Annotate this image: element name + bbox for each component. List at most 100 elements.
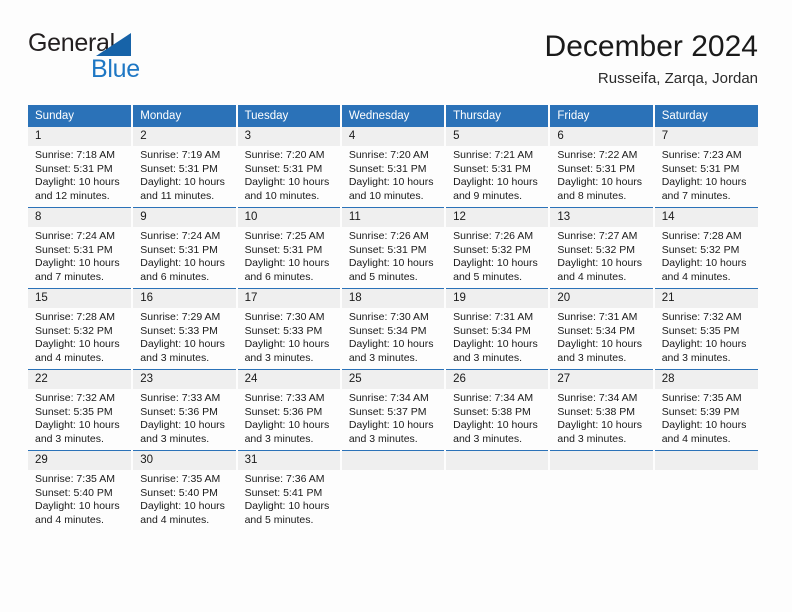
- calendar-day-cell[interactable]: 8 Sunrise: 7:24 AM Sunset: 5:31 PM Dayli…: [28, 207, 134, 289]
- day-number: 3: [237, 127, 340, 146]
- calendar-day-cell[interactable]: 22 Sunrise: 7:32 AM Sunset: 5:35 PM Dayl…: [28, 369, 134, 451]
- daylight-text: Daylight: 10 hours and 4 minutes.: [661, 257, 747, 283]
- weekday-header-sunday: Sunday: [28, 105, 134, 127]
- day-details: Sunrise: 7:31 AM Sunset: 5:34 PM Dayligh…: [550, 308, 652, 365]
- sunset-text: Sunset: 5:32 PM: [557, 243, 636, 256]
- daylight-text: Daylight: 10 hours and 9 minutes.: [453, 176, 538, 202]
- calendar-day-cell[interactable]: 6 Sunrise: 7:22 AM Sunset: 5:31 PM Dayli…: [549, 126, 655, 208]
- sunrise-text: Sunrise: 7:34 AM: [453, 392, 534, 404]
- daylight-text: Daylight: 10 hours and 6 minutes.: [244, 257, 330, 283]
- calendar-day-cell[interactable]: 26 Sunrise: 7:34 AM Sunset: 5:38 PM Dayl…: [445, 369, 551, 451]
- day-number: 31: [237, 451, 340, 470]
- calendar-day-cell[interactable]: 4 Sunrise: 7:20 AM Sunset: 5:31 PM Dayli…: [340, 126, 447, 208]
- calendar-day-cell[interactable]: 17 Sunrise: 7:30 AM Sunset: 5:33 PM Dayl…: [236, 288, 342, 370]
- calendar-day-cell[interactable]: 30 Sunrise: 7:35 AM Sunset: 5:40 PM Dayl…: [132, 450, 238, 531]
- calendar-day-cell[interactable]: 21 Sunrise: 7:32 AM Sunset: 5:35 PM Dayl…: [653, 288, 758, 370]
- day-number: 16: [133, 289, 236, 308]
- sunrise-text: Sunrise: 7:22 AM: [557, 149, 638, 161]
- day-details: Sunrise: 7:29 AM Sunset: 5:33 PM Dayligh…: [133, 308, 235, 365]
- calendar-day-cell[interactable]: 7 Sunrise: 7:23 AM Sunset: 5:31 PM Dayli…: [653, 126, 758, 208]
- sunset-text: Sunset: 5:31 PM: [140, 243, 218, 256]
- daylight-text: Daylight: 10 hours and 3 minutes.: [453, 338, 538, 364]
- daylight-text: Daylight: 10 hours and 5 minutes.: [244, 500, 330, 526]
- sunrise-text: Sunrise: 7:31 AM: [557, 311, 638, 323]
- daylight-text: Daylight: 10 hours and 3 minutes.: [453, 419, 538, 445]
- calendar-day-cell[interactable]: 9 Sunrise: 7:24 AM Sunset: 5:31 PM Dayli…: [132, 207, 238, 289]
- sunrise-text: Sunrise: 7:25 AM: [244, 230, 325, 242]
- sunrise-text: Sunrise: 7:24 AM: [140, 230, 221, 242]
- day-details: Sunrise: 7:23 AM Sunset: 5:31 PM Dayligh…: [655, 146, 758, 203]
- weekday-header-friday: Friday: [549, 105, 655, 127]
- calendar-day-cell[interactable]: 20 Sunrise: 7:31 AM Sunset: 5:34 PM Dayl…: [549, 288, 655, 370]
- day-details: Sunrise: 7:22 AM Sunset: 5:31 PM Dayligh…: [550, 146, 652, 203]
- sunrise-text: Sunrise: 7:27 AM: [557, 230, 638, 242]
- daylight-text: Daylight: 10 hours and 8 minutes.: [557, 176, 643, 202]
- sunset-text: Sunset: 5:31 PM: [244, 243, 323, 256]
- day-number: [654, 451, 758, 470]
- calendar-day-cell[interactable]: 15 Sunrise: 7:28 AM Sunset: 5:32 PM Dayl…: [28, 288, 134, 370]
- day-details: Sunrise: 7:33 AM Sunset: 5:36 PM Dayligh…: [133, 389, 235, 446]
- sunset-text: Sunset: 5:31 PM: [244, 162, 323, 175]
- sunset-text: Sunset: 5:32 PM: [35, 324, 113, 337]
- daylight-text: Daylight: 10 hours and 12 minutes.: [35, 176, 120, 202]
- day-number: 19: [446, 289, 549, 308]
- sunrise-text: Sunrise: 7:35 AM: [661, 392, 742, 404]
- sunset-text: Sunset: 5:31 PM: [661, 162, 740, 175]
- title-block: December 2024 Russeifa, Zarqa, Jordan: [545, 28, 758, 90]
- calendar-day-cell[interactable]: 16 Sunrise: 7:29 AM Sunset: 5:33 PM Dayl…: [132, 288, 238, 370]
- calendar-week-row: 1 Sunrise: 7:18 AM Sunset: 5:31 PM Dayli…: [28, 126, 758, 208]
- calendar-day-cell[interactable]: 2 Sunrise: 7:19 AM Sunset: 5:31 PM Dayli…: [132, 126, 238, 208]
- calendar-day-cell[interactable]: 29 Sunrise: 7:35 AM Sunset: 5:40 PM Dayl…: [28, 450, 134, 531]
- logo-triangle-icon: [96, 33, 131, 56]
- day-details: Sunrise: 7:26 AM Sunset: 5:32 PM Dayligh…: [446, 227, 548, 284]
- calendar-day-cell[interactable]: 19 Sunrise: 7:31 AM Sunset: 5:34 PM Dayl…: [445, 288, 551, 370]
- calendar-day-cell[interactable]: 14 Sunrise: 7:28 AM Sunset: 5:32 PM Dayl…: [653, 207, 758, 289]
- calendar-day-cell[interactable]: 24 Sunrise: 7:33 AM Sunset: 5:36 PM Dayl…: [236, 369, 342, 451]
- daylight-text: Daylight: 10 hours and 5 minutes.: [348, 257, 434, 283]
- sunrise-text: Sunrise: 7:30 AM: [244, 311, 325, 323]
- sunset-text: Sunset: 5:32 PM: [661, 243, 740, 256]
- calendar-day-cell[interactable]: 11 Sunrise: 7:26 AM Sunset: 5:31 PM Dayl…: [340, 207, 447, 289]
- calendar-day-cell[interactable]: 23 Sunrise: 7:33 AM Sunset: 5:36 PM Dayl…: [132, 369, 238, 451]
- daylight-text: Daylight: 10 hours and 7 minutes.: [35, 257, 120, 283]
- sunset-text: Sunset: 5:31 PM: [453, 162, 531, 175]
- sunrise-text: Sunrise: 7:35 AM: [35, 473, 115, 485]
- calendar-day-cell[interactable]: 12 Sunrise: 7:26 AM Sunset: 5:32 PM Dayl…: [445, 207, 551, 289]
- calendar-day-cell[interactable]: 10 Sunrise: 7:25 AM Sunset: 5:31 PM Dayl…: [236, 207, 342, 289]
- day-details: Sunrise: 7:34 AM Sunset: 5:37 PM Dayligh…: [342, 389, 444, 446]
- calendar-day-cell[interactable]: 27 Sunrise: 7:34 AM Sunset: 5:38 PM Dayl…: [549, 369, 655, 451]
- day-number: 4: [341, 127, 445, 146]
- sunset-text: Sunset: 5:38 PM: [453, 405, 531, 418]
- sunrise-text: Sunrise: 7:36 AM: [244, 473, 325, 485]
- day-number: 14: [654, 208, 758, 227]
- calendar-day-cell[interactable]: 3 Sunrise: 7:20 AM Sunset: 5:31 PM Dayli…: [236, 126, 342, 208]
- daylight-text: Daylight: 10 hours and 3 minutes.: [140, 338, 225, 364]
- calendar-day-cell[interactable]: 28 Sunrise: 7:35 AM Sunset: 5:39 PM Dayl…: [653, 369, 758, 451]
- calendar-week-row: 22 Sunrise: 7:32 AM Sunset: 5:35 PM Dayl…: [28, 369, 758, 451]
- calendar-day-cell[interactable]: 18 Sunrise: 7:30 AM Sunset: 5:34 PM Dayl…: [340, 288, 447, 370]
- day-number: [550, 451, 653, 470]
- daylight-text: Daylight: 10 hours and 10 minutes.: [348, 176, 434, 202]
- day-details: Sunrise: 7:24 AM Sunset: 5:31 PM Dayligh…: [133, 227, 235, 284]
- day-details: Sunrise: 7:32 AM Sunset: 5:35 PM Dayligh…: [655, 308, 758, 365]
- day-number: 26: [446, 370, 549, 389]
- daylight-text: Daylight: 10 hours and 3 minutes.: [348, 419, 434, 445]
- logo-blue-text: Blue: [91, 55, 140, 83]
- daylight-text: Daylight: 10 hours and 3 minutes.: [35, 419, 120, 445]
- day-number: 10: [237, 208, 340, 227]
- calendar-day-cell[interactable]: 25 Sunrise: 7:34 AM Sunset: 5:37 PM Dayl…: [340, 369, 447, 451]
- calendar-day-cell[interactable]: 13 Sunrise: 7:27 AM Sunset: 5:32 PM Dayl…: [549, 207, 655, 289]
- calendar-day-cell[interactable]: 5 Sunrise: 7:21 AM Sunset: 5:31 PM Dayli…: [445, 126, 551, 208]
- sunrise-text: Sunrise: 7:33 AM: [244, 392, 325, 404]
- day-details: Sunrise: 7:30 AM Sunset: 5:34 PM Dayligh…: [342, 308, 444, 365]
- sunrise-sunset-calendar-table: Sunday Monday Tuesday Wednesday Thursday…: [28, 105, 758, 531]
- day-number: 20: [550, 289, 653, 308]
- day-details: Sunrise: 7:20 AM Sunset: 5:31 PM Dayligh…: [238, 146, 340, 203]
- daylight-text: Daylight: 10 hours and 3 minutes.: [557, 419, 643, 445]
- day-number: 27: [550, 370, 653, 389]
- weekday-header-tuesday: Tuesday: [236, 105, 342, 127]
- general-blue-logo[interactable]: General Blue: [28, 28, 248, 92]
- sunset-text: Sunset: 5:41 PM: [244, 486, 323, 499]
- calendar-day-cell[interactable]: 31 Sunrise: 7:36 AM Sunset: 5:41 PM Dayl…: [236, 450, 342, 531]
- calendar-day-cell[interactable]: 1 Sunrise: 7:18 AM Sunset: 5:31 PM Dayli…: [28, 126, 134, 208]
